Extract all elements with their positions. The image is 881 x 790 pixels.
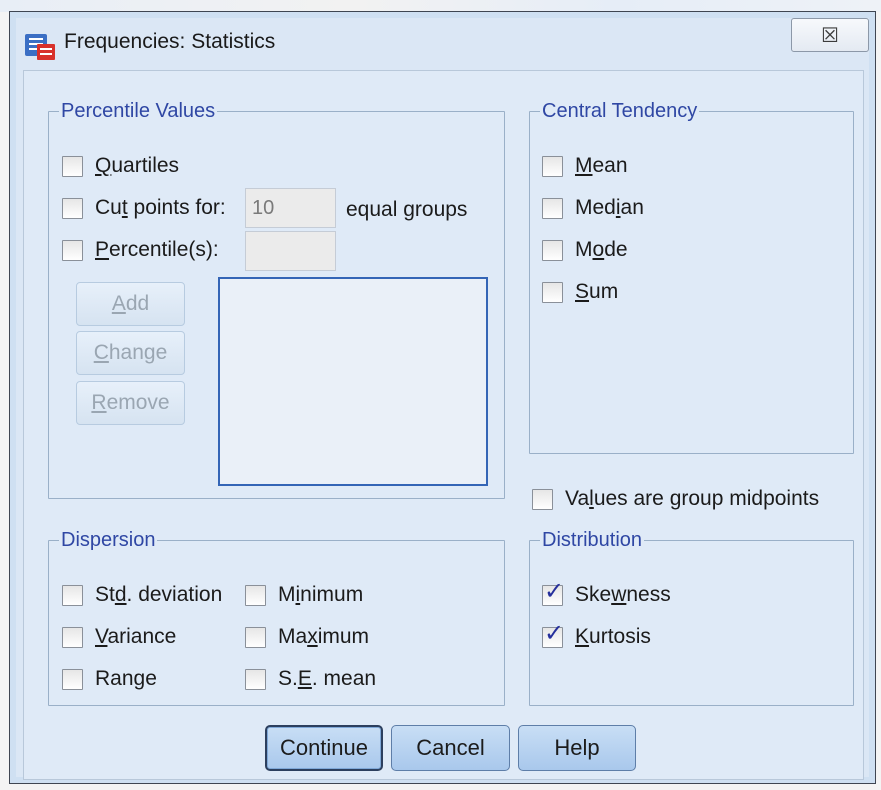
mean-label: Mean [575, 154, 628, 177]
percentile-values-legend: Percentile Values [61, 100, 216, 122]
median-label: Median [575, 196, 644, 219]
quartiles-label: Quartiles [95, 154, 180, 177]
skewness-checkbox[interactable]: ✓ [542, 579, 564, 606]
range-label: Range [95, 667, 157, 690]
std-deviation-checkbox[interactable]: ✓ [62, 584, 83, 606]
variance-label: Variance [95, 625, 177, 648]
minimum-label: Minimum [278, 583, 364, 606]
maximum-checkbox[interactable]: ✓ [245, 626, 266, 648]
quartiles-checkbox[interactable]: ✓ [62, 155, 83, 177]
dialog-body: Percentile Values ✓ Quartiles ✓ Cut poin… [23, 70, 864, 780]
variance-option[interactable]: ✓ Variance [62, 622, 176, 652]
equal-groups-label: equal groups [346, 198, 468, 221]
kurtosis-label: Kurtosis [575, 625, 651, 648]
mean-option[interactable]: ✓ Mean [542, 151, 628, 181]
skewness-label: Skewness [575, 583, 671, 606]
median-option[interactable]: ✓ Median [542, 193, 644, 223]
sum-option[interactable]: ✓ Sum [542, 277, 618, 307]
minimum-option[interactable]: ✓ Minimum [245, 580, 363, 610]
variance-checkbox[interactable]: ✓ [62, 626, 83, 648]
mode-label: Mode [575, 238, 628, 261]
close-button[interactable]: ☒ [791, 18, 869, 52]
sum-label: Sum [575, 280, 619, 303]
mean-checkbox[interactable]: ✓ [542, 155, 563, 177]
kurtosis-checkbox[interactable]: ✓ [542, 621, 564, 648]
add-button-label: Add [111, 292, 150, 315]
continue-button[interactable]: Continue [265, 725, 383, 771]
cut-points-checkbox[interactable]: ✓ [62, 197, 83, 219]
std-deviation-option[interactable]: ✓ Std. deviation [62, 580, 222, 610]
central-tendency-legend: Central Tendency [542, 100, 698, 122]
dispersion-legend: Dispersion [61, 529, 156, 551]
group-midpoints-label: Values are group midpoints [565, 487, 820, 510]
cut-points-input[interactable]: 10 [245, 188, 336, 228]
change-button[interactable]: Change [76, 331, 185, 375]
skewness-option[interactable]: ✓ Skewness [542, 579, 671, 610]
mode-checkbox[interactable]: ✓ [542, 239, 563, 261]
window-title: Frequencies: Statistics [64, 30, 276, 53]
maximum-option[interactable]: ✓ Maximum [245, 622, 369, 652]
range-option[interactable]: ✓ Range [62, 664, 157, 694]
quartiles-option[interactable]: ✓ Quartiles [62, 151, 179, 181]
add-button[interactable]: Add [76, 282, 185, 326]
minimum-checkbox[interactable]: ✓ [245, 584, 266, 606]
remove-button-label: Remove [91, 391, 170, 414]
percentile-input[interactable] [245, 231, 336, 271]
sum-checkbox[interactable]: ✓ [542, 281, 563, 303]
group-midpoints-option[interactable]: ✓ Values are group midpoints [532, 484, 819, 514]
title-bar: Frequencies: Statistics ☒ [10, 12, 875, 70]
std-deviation-label: Std. deviation [95, 583, 223, 606]
change-button-label: Change [93, 341, 168, 364]
group-midpoints-checkbox[interactable]: ✓ [532, 488, 553, 510]
se-mean-option[interactable]: ✓ S.E. mean [245, 664, 376, 694]
se-mean-label: S.E. mean [278, 667, 377, 690]
se-mean-checkbox[interactable]: ✓ [245, 668, 266, 690]
range-checkbox[interactable]: ✓ [62, 668, 83, 690]
close-icon: ☒ [821, 24, 839, 47]
remove-button[interactable]: Remove [76, 381, 185, 425]
percentiles-checkbox[interactable]: ✓ [62, 239, 83, 261]
distribution-group: Distribution [529, 529, 854, 706]
kurtosis-option[interactable]: ✓ Kurtosis [542, 621, 651, 652]
percentiles-option[interactable]: ✓ Percentile(s): [62, 235, 219, 265]
cut-points-option[interactable]: ✓ Cut points for: [62, 193, 226, 223]
help-button[interactable]: Help [518, 725, 636, 771]
frequencies-statistics-dialog: Frequencies: Statistics ☒ Percentile Val… [9, 11, 876, 784]
median-checkbox[interactable]: ✓ [542, 197, 563, 219]
percentiles-label: Percentile(s): [95, 238, 219, 261]
percentile-list[interactable] [218, 277, 488, 486]
mode-option[interactable]: ✓ Mode [542, 235, 628, 265]
maximum-label: Maximum [278, 625, 370, 648]
cancel-button[interactable]: Cancel [391, 725, 510, 771]
app-icon [25, 34, 55, 60]
distribution-legend: Distribution [542, 529, 643, 551]
cut-points-label: Cut points for: [95, 196, 226, 219]
